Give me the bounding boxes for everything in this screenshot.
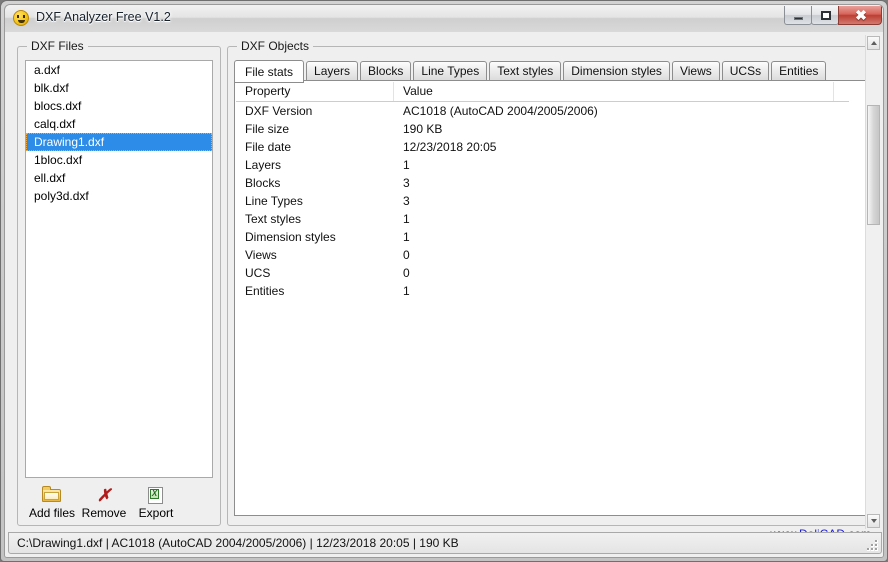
- maximize-button[interactable]: [811, 6, 839, 25]
- cell-property: UCS: [245, 266, 271, 280]
- table-row[interactable]: File date 12/23/2018 20:05: [236, 138, 849, 156]
- minimize-button[interactable]: [784, 6, 812, 25]
- dxf-objects-group: DXF Objects File stats Layers Blocks Lin…: [227, 39, 875, 526]
- scrollbar-thumb[interactable]: [867, 105, 880, 225]
- export-button[interactable]: Export: [130, 484, 182, 520]
- tab-entities[interactable]: Entities: [771, 61, 827, 81]
- table-header-row: Property Value: [236, 82, 849, 102]
- export-label: Export: [138, 506, 174, 520]
- add-files-button[interactable]: Add files: [26, 484, 78, 520]
- cell-value: 0: [403, 266, 410, 280]
- scroll-up-arrow-icon[interactable]: [867, 36, 880, 50]
- table-row[interactable]: Blocks 3: [236, 174, 849, 192]
- cell-property: DXF Version: [245, 104, 313, 118]
- window-title: DXF Analyzer Free V1.2: [36, 10, 171, 24]
- status-bar: C:\Drawing1.dxf | AC1018 (AutoCAD 2004/2…: [8, 532, 882, 554]
- file-stats-panel: Property Value DXF Version AC1018 (AutoC…: [234, 80, 866, 516]
- table-row[interactable]: Dimension styles 1: [236, 228, 849, 246]
- export-document-icon: [145, 485, 167, 505]
- table-row[interactable]: Layers 1: [236, 156, 849, 174]
- cell-property: Dimension styles: [245, 230, 336, 244]
- cell-value: 1: [403, 212, 410, 226]
- cell-property: Text styles: [245, 212, 302, 226]
- table-row[interactable]: Entities 1: [236, 282, 849, 300]
- cell-value: 1: [403, 230, 410, 244]
- resize-grip-icon[interactable]: [865, 538, 878, 551]
- close-button[interactable]: ✖: [838, 6, 882, 25]
- table-row[interactable]: Views 0: [236, 246, 849, 264]
- list-item[interactable]: ell.dxf: [26, 169, 212, 187]
- table-row[interactable]: UCS 0: [236, 264, 849, 282]
- cell-value: 3: [403, 176, 410, 190]
- remove-label: Remove: [81, 506, 127, 520]
- red-x-icon: ✗: [96, 486, 112, 505]
- list-item[interactable]: blocs.dxf: [26, 97, 212, 115]
- dxf-files-list[interactable]: a.dxf blk.dxf blocs.dxf calq.dxf Drawing…: [25, 60, 213, 478]
- list-item[interactable]: a.dxf: [26, 61, 212, 79]
- cell-property: File size: [245, 122, 290, 136]
- files-toolbar: Add files ✗ Remove Export: [26, 484, 214, 520]
- list-item[interactable]: 1bloc.dxf: [26, 151, 212, 169]
- window-controls: ✖: [784, 6, 882, 25]
- smiley-icon: [13, 10, 29, 26]
- cell-property: Line Types: [245, 194, 303, 208]
- cell-value: 0: [403, 248, 410, 262]
- client-area: DXF Files a.dxf blk.dxf blocs.dxf calq.d…: [5, 32, 883, 557]
- column-header-property[interactable]: Property: [236, 82, 394, 101]
- status-text: C:\Drawing1.dxf | AC1018 (AutoCAD 2004/2…: [17, 536, 459, 550]
- column-header-value[interactable]: Value: [394, 82, 834, 101]
- tab-ucss[interactable]: UCSs: [721, 61, 770, 81]
- cell-property: Layers: [245, 158, 282, 172]
- list-item-selected[interactable]: Drawing1.dxf: [26, 133, 212, 151]
- table-row[interactable]: Text styles 1: [236, 210, 849, 228]
- cell-value: AC1018 (AutoCAD 2004/2005/2006): [403, 104, 598, 118]
- window-vertical-scrollbar[interactable]: [865, 35, 881, 529]
- folder-icon: [41, 485, 63, 505]
- scroll-down-arrow-icon[interactable]: [867, 514, 880, 528]
- add-files-label: Add files: [28, 506, 76, 520]
- table-row[interactable]: DXF Version AC1018 (AutoCAD 2004/2005/20…: [236, 102, 849, 120]
- tab-line-types[interactable]: Line Types: [413, 61, 488, 81]
- list-item[interactable]: blk.dxf: [26, 79, 212, 97]
- list-item[interactable]: calq.dxf: [26, 115, 212, 133]
- table-row[interactable]: File size 190 KB: [236, 120, 849, 138]
- tab-text-styles[interactable]: Text styles: [489, 61, 562, 81]
- tab-dimension-styles[interactable]: Dimension styles: [563, 61, 670, 81]
- cell-value: 1: [403, 158, 410, 172]
- remove-button[interactable]: ✗ Remove: [78, 484, 130, 520]
- cell-value: 190 KB: [403, 122, 443, 136]
- application-window: DXF Analyzer Free V1.2 ✖ DXF Files a.dxf…: [0, 0, 888, 562]
- tab-strip: File stats Layers Blocks Line Types Text…: [234, 59, 828, 83]
- cell-property: Blocks: [245, 176, 281, 190]
- properties-table: Property Value DXF Version AC1018 (AutoC…: [236, 82, 849, 514]
- tab-file-stats[interactable]: File stats: [234, 60, 305, 83]
- list-item[interactable]: poly3d.dxf: [26, 187, 212, 205]
- dxf-files-group-title: DXF Files: [27, 39, 88, 53]
- tab-blocks[interactable]: Blocks: [360, 61, 412, 81]
- cell-property: Views: [245, 248, 277, 262]
- cell-value: 12/23/2018 20:05: [403, 140, 497, 154]
- cell-property: Entities: [245, 284, 285, 298]
- dxf-files-group: DXF Files a.dxf blk.dxf blocs.dxf calq.d…: [17, 39, 221, 526]
- tab-layers[interactable]: Layers: [306, 61, 359, 81]
- cell-value: 3: [403, 194, 410, 208]
- cell-property: File date: [245, 140, 292, 154]
- cell-value: 1: [403, 284, 410, 298]
- tab-views[interactable]: Views: [671, 61, 720, 81]
- window-inner-frame: DXF Analyzer Free V1.2 ✖ DXF Files a.dxf…: [4, 4, 884, 558]
- table-row[interactable]: Line Types 3: [236, 192, 849, 210]
- close-icon: ✖: [855, 7, 867, 23]
- title-bar[interactable]: DXF Analyzer Free V1.2 ✖: [5, 5, 883, 33]
- dxf-objects-group-title: DXF Objects: [237, 39, 314, 53]
